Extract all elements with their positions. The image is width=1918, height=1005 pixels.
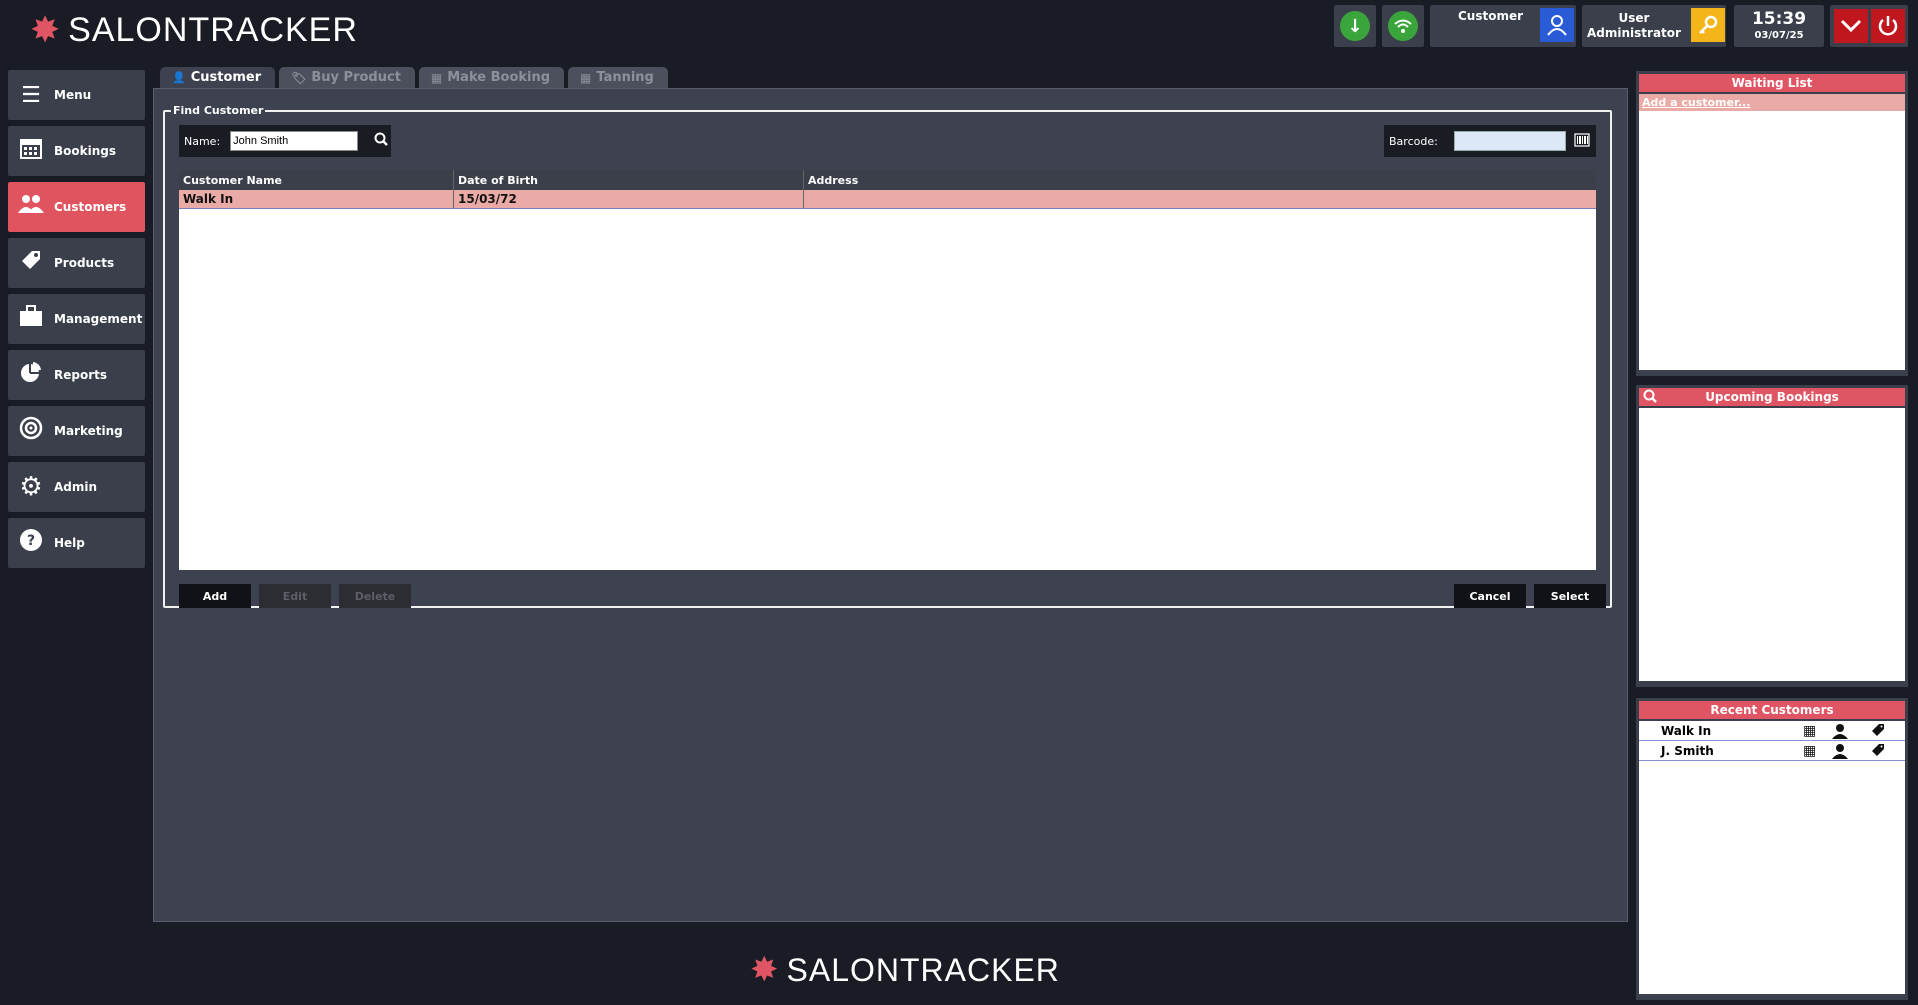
tab-tanning[interactable]: ▦ Tanning	[568, 67, 668, 88]
key-icon	[1691, 8, 1725, 42]
tab-bar: 👤 Customer 🏷 Buy Product ▦ Make Booking …	[160, 67, 668, 88]
sidebar-item-admin[interactable]: ⚙ Admin	[8, 462, 145, 512]
person-icon: 👤	[172, 71, 186, 84]
sidebar-item-customers[interactable]: Customers	[8, 182, 145, 232]
cancel-button[interactable]: Cancel	[1454, 584, 1526, 608]
sidebar-item-management[interactable]: Management	[8, 294, 145, 344]
recent-customers-title: Recent Customers	[1639, 701, 1905, 719]
sidebar-item-marketing[interactable]: Marketing	[8, 406, 145, 456]
person-icon[interactable]	[1832, 743, 1848, 763]
help-icon: ?	[8, 528, 54, 558]
sidebar-item-menu[interactable]: ☰ Menu	[8, 70, 145, 120]
table-row[interactable]: Walk In 15/03/72	[179, 190, 1596, 209]
sidebar-nav: ☰ Menu Bookings Customers Products Manag…	[8, 70, 145, 574]
column-date-of-birth[interactable]: Date of Birth	[454, 170, 804, 190]
upcoming-bookings-panel: Upcoming Bookings	[1636, 385, 1908, 687]
name-label: Name:	[184, 134, 221, 148]
svg-text:?: ?	[27, 533, 35, 549]
waiting-list-title: Waiting List	[1639, 74, 1905, 92]
add-button[interactable]: Add	[179, 584, 251, 608]
barcode-input[interactable]	[1453, 131, 1566, 151]
people-icon	[8, 193, 54, 221]
briefcase-icon	[8, 305, 54, 333]
find-customer-group: Find Customer Name: Barcode: Customer Na…	[163, 104, 1612, 608]
target-icon	[8, 416, 54, 446]
wifi-icon	[1388, 11, 1418, 41]
logo-star-icon: ✸	[750, 950, 779, 990]
gear-icon: ⚙	[19, 472, 43, 502]
barcode-search-box: Barcode:	[1384, 125, 1596, 157]
table-header: Customer Name Date of Birth Address	[179, 170, 1596, 190]
upcoming-bookings-title: Upcoming Bookings	[1705, 390, 1839, 404]
sidebar-item-products[interactable]: Products	[8, 238, 145, 288]
barcode-icon[interactable]	[1574, 132, 1590, 150]
power-icon[interactable]	[1870, 9, 1905, 43]
tag-icon[interactable]	[1871, 743, 1885, 761]
column-address[interactable]: Address	[804, 170, 1596, 190]
recent-customers-panel: Recent Customers Walk In ▦ J. Smith ▦	[1636, 698, 1908, 1000]
search-icon[interactable]	[1643, 389, 1657, 406]
calendar-icon	[8, 136, 54, 166]
tab-customer[interactable]: 👤 Customer	[160, 67, 276, 88]
edit-button[interactable]: Edit	[259, 584, 331, 608]
recent-customer-name: Walk In	[1661, 723, 1712, 738]
add-customer-link[interactable]: Add a customer...	[1639, 94, 1905, 111]
sidebar-item-help[interactable]: ? Help	[8, 518, 145, 568]
cell-date-of-birth: 15/03/72	[454, 190, 804, 208]
customer-results-table: Customer Name Date of Birth Address Walk…	[179, 170, 1596, 570]
name-search-box: Name:	[179, 125, 391, 157]
user-icon	[1540, 8, 1574, 42]
clock-display: 15:39 03/07/25	[1734, 5, 1824, 47]
column-customer-name[interactable]: Customer Name	[179, 170, 454, 190]
tab-buy-product[interactable]: 🏷 Buy Product	[279, 67, 415, 88]
list-item[interactable]: J. Smith ▦	[1639, 741, 1905, 761]
person-icon[interactable]	[1832, 723, 1848, 743]
barcode-label: Barcode:	[1389, 134, 1438, 148]
minimize-chevron-icon[interactable]	[1833, 9, 1868, 43]
salontracker-footer-logo: ✸ SALONTRACKER	[750, 950, 1060, 990]
wifi-status-button[interactable]	[1382, 5, 1424, 47]
salontracker-logo: ✸ SALONTRACKER	[30, 10, 358, 51]
tag-icon[interactable]	[1871, 723, 1885, 741]
pie-chart-icon	[8, 360, 54, 390]
recent-customer-name: J. Smith	[1661, 743, 1714, 758]
customer-panel: Find Customer Name: Barcode: Customer Na…	[153, 88, 1628, 922]
sidebar-item-reports[interactable]: Reports	[8, 350, 145, 400]
search-icon[interactable]	[374, 132, 389, 150]
waiting-list-panel: Waiting List Add a customer...	[1636, 71, 1908, 376]
calendar-icon: ▦	[430, 70, 443, 85]
window-controls	[1830, 5, 1908, 47]
name-search-input[interactable]	[230, 131, 359, 151]
tab-make-booking[interactable]: ▦ Make Booking	[418, 67, 565, 88]
calendar-icon: ▦	[580, 70, 592, 85]
cell-address	[804, 190, 1596, 208]
tag-icon: 🏷	[291, 70, 307, 85]
calendar-icon[interactable]: ▦	[1803, 723, 1816, 739]
sidebar-item-bookings[interactable]: Bookings	[8, 126, 145, 176]
download-button[interactable]: ↓	[1334, 5, 1376, 47]
calendar-icon[interactable]: ▦	[1803, 743, 1816, 759]
cell-customer-name: Walk In	[179, 190, 454, 208]
logo-star-icon: ✸	[30, 10, 61, 51]
hamburger-icon: ☰	[21, 82, 41, 108]
select-button[interactable]: Select	[1534, 584, 1606, 608]
tag-icon	[8, 248, 54, 278]
download-arrow-icon: ↓	[1340, 11, 1370, 41]
list-item[interactable]: Walk In ▦	[1639, 721, 1905, 741]
delete-button[interactable]: Delete	[339, 584, 411, 608]
find-customer-legend: Find Customer	[171, 104, 266, 117]
